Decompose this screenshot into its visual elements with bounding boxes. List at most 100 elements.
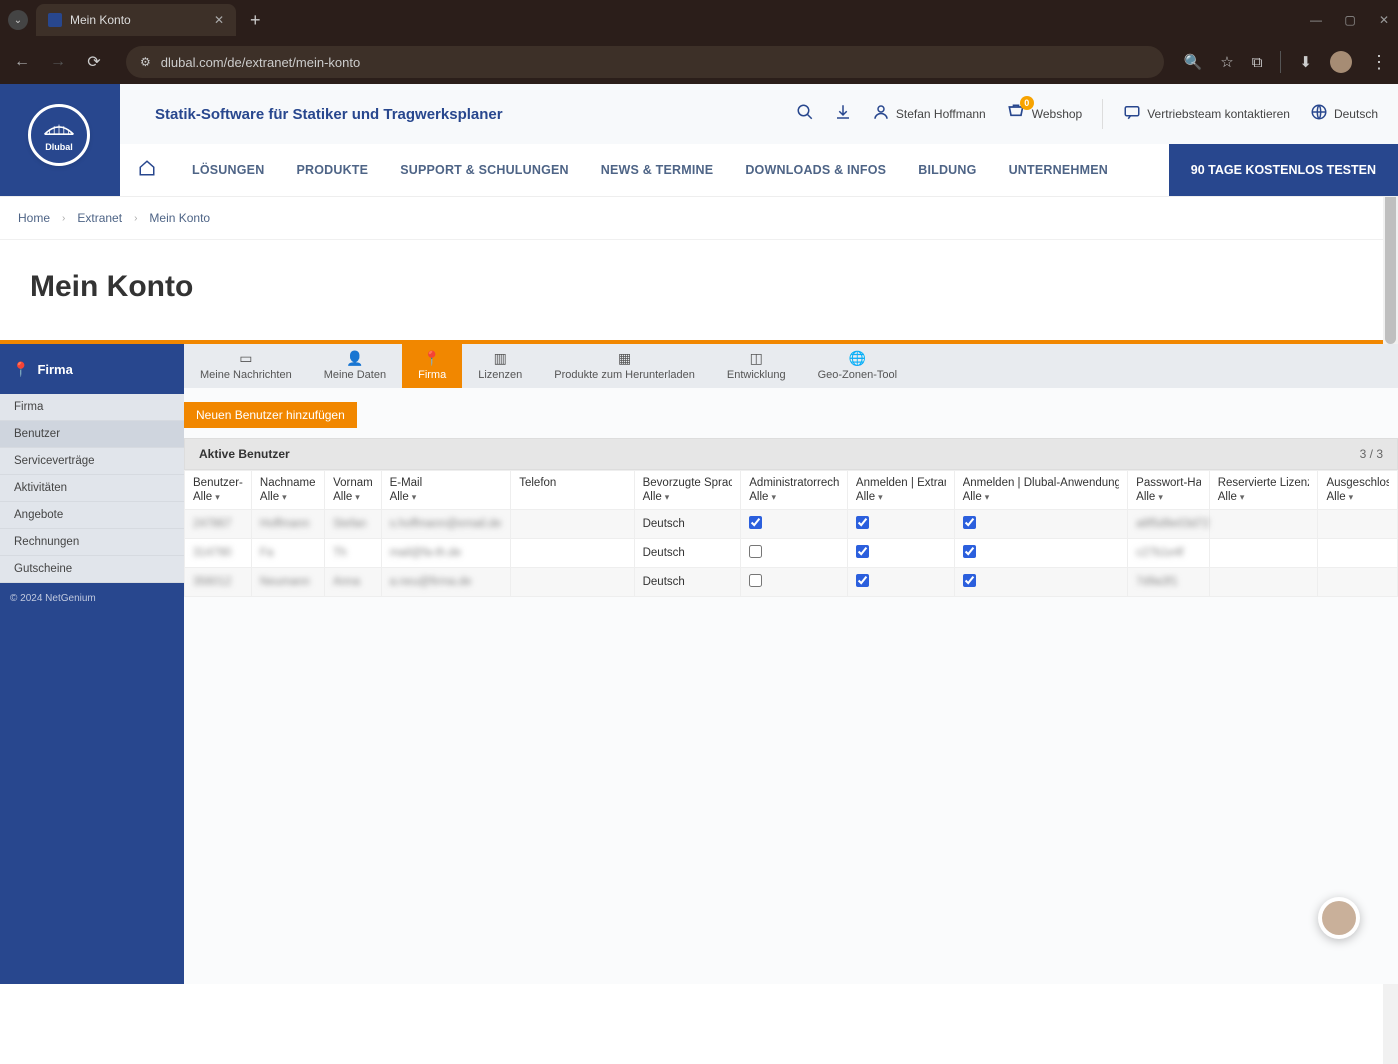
nav-company[interactable]: UNTERNEHMEN [993,163,1124,177]
cell-language: Deutsch [634,510,741,539]
contact-sales-link[interactable]: Vertriebsteam kontaktieren [1123,103,1290,126]
nav-downloads[interactable]: DOWNLOADS & INFOS [729,163,902,177]
checkbox-extranet[interactable] [856,545,869,558]
cell-phone [511,510,634,539]
col-hash[interactable]: Passwort-Hash Alle▾ [1128,471,1210,510]
nav-solutions[interactable]: LÖSUNGEN [176,163,280,177]
checkbox-apps[interactable] [963,574,976,587]
chevron-down-icon: ▾ [282,492,287,503]
col-email[interactable]: E-Mail Alle▾ [381,471,511,510]
table-row[interactable]: 247867HoffmannStefans.hoffmann@email.deD… [185,510,1398,539]
user-icon [872,103,890,126]
sidebar-item-firma[interactable]: Firma [0,394,184,421]
checkbox-admin[interactable] [749,516,762,529]
profile-avatar[interactable] [1330,51,1352,73]
account-link[interactable]: Stefan Hoffmann [872,103,986,126]
window-close-icon[interactable]: ✕ [1378,14,1390,26]
col-firstname[interactable]: Vorname Alle▾ [325,471,381,510]
col-apps[interactable]: Anmelden | Dlubal-Anwendungen Alle▾ [954,471,1128,510]
browser-tab[interactable]: Mein Konto ✕ [36,4,236,36]
cart-icon: 0 [1006,102,1026,127]
tab-development[interactable]: ◫ Entwicklung [711,344,802,388]
tab-firma[interactable]: 📍 Firma [402,344,462,388]
home-icon[interactable] [138,159,156,182]
site-info-icon[interactable]: ⚙ [140,55,151,69]
cell-excluded [1318,510,1398,539]
cell-lastname: Fa [260,547,273,559]
checkbox-admin[interactable] [749,574,762,587]
sidebar-title: Firma [37,362,72,377]
sidebar-item-angebote[interactable]: Angebote [0,502,184,529]
nav-support[interactable]: SUPPORT & SCHULUNGEN [384,163,585,177]
globe-icon [1310,103,1328,126]
cell-hash: 7d9a3f1 [1136,576,1178,588]
breadcrumb-extranet[interactable]: Extranet [77,211,122,225]
chevron-down-icon: ▾ [412,492,417,503]
nav-news[interactable]: NEWS & TERMINE [585,163,730,177]
checkbox-admin[interactable] [749,545,762,558]
new-tab-button[interactable]: + [250,10,261,31]
page-title: Mein Konto [30,270,1368,304]
table-row[interactable]: 356012NeumannAnnaa.neu@firma.deDeutsch7d… [185,568,1398,597]
close-tab-icon[interactable]: ✕ [214,13,224,27]
bridge-icon [43,122,75,140]
col-reserved[interactable]: Reservierte Lizenzen Alle▾ [1209,471,1318,510]
cart-badge: 0 [1020,96,1034,110]
sidebar-item-benutzer[interactable]: Benutzer [0,421,184,448]
sidebar-item-gutscheine[interactable]: Gutscheine [0,556,184,583]
sidebar-item-aktivitaeten[interactable]: Aktivitäten [0,475,184,502]
back-button[interactable]: ← [10,53,34,71]
search-icon[interactable]: 🔍 [1184,53,1203,71]
forward-button: → [46,53,70,71]
bookmark-icon[interactable]: ☆ [1220,53,1233,71]
brand-tagline: Statik-Software für Statiker und Tragwer… [155,106,503,123]
breadcrumb-current: Mein Konto [149,211,210,225]
sidebar-item-rechnungen[interactable]: Rechnungen [0,529,184,556]
window-maximize-icon[interactable]: ▢ [1344,14,1356,26]
tab-messages[interactable]: ▭ Meine Nachrichten [184,344,308,388]
checkbox-extranet[interactable] [856,574,869,587]
header-divider [1102,99,1103,129]
chevron-down-icon: ▾ [1240,492,1245,503]
address-bar[interactable]: ⚙ dlubal.com/de/extranet/mein-konto [126,46,1164,78]
barcode-icon: ▥ [494,350,507,367]
add-user-button[interactable]: Neuen Benutzer hinzufügen [184,402,357,428]
browser-menu-icon[interactable]: ⋮ [1370,52,1388,73]
table-header-bar: Aktive Benutzer 3 / 3 [184,438,1398,470]
checkbox-extranet[interactable] [856,516,869,529]
window-minimize-icon[interactable]: — [1310,14,1322,26]
reload-button[interactable]: ⟳ [82,52,106,72]
tab-mydata[interactable]: 👤 Meine Daten [308,344,402,388]
cta-trial-button[interactable]: 90 TAGE KOSTENLOS TESTEN [1169,144,1398,196]
checkbox-apps[interactable] [963,545,976,558]
cell-firstname: Th [333,547,346,559]
col-excluded[interactable]: Ausgeschlosse Alle▾ [1318,471,1398,510]
col-language[interactable]: Bevorzugte Sprache Alle▾ [634,471,741,510]
table-row[interactable]: 314790FaThmail@fa-th.deDeutschc27b1e4f [185,539,1398,568]
downloads-icon[interactable]: ⬇ [1299,53,1312,71]
nav-education[interactable]: BILDUNG [902,163,992,177]
extensions-icon[interactable]: ⧉ [1252,54,1263,71]
url-text: dlubal.com/de/extranet/mein-konto [161,55,360,70]
sidebar-header: 📍 Firma [0,344,184,394]
col-extranet[interactable]: Anmelden | Extranet Alle▾ [847,471,954,510]
search-icon[interactable] [796,103,814,126]
language-switch[interactable]: Deutsch [1310,103,1378,126]
nav-products[interactable]: PRODUKTE [280,163,384,177]
col-user-id[interactable]: Benutzer-ID Alle▾ [185,471,252,510]
col-admin[interactable]: Administratorrechte Alle▾ [741,471,848,510]
chat-widget[interactable] [1318,897,1360,939]
breadcrumb-home[interactable]: Home [18,211,50,225]
col-phone[interactable]: Telefon [511,471,634,510]
tab-geo[interactable]: 🌐 Geo-Zonen-Tool [802,344,914,388]
col-lastname[interactable]: Nachname▲ Alle▾ [251,471,324,510]
cell-phone [511,568,634,597]
webshop-link[interactable]: 0 Webshop [1006,102,1082,127]
checkbox-apps[interactable] [963,516,976,529]
tab-menu-icon[interactable]: ⌄ [8,10,28,30]
brand-logo[interactable]: Dlubal [28,104,90,166]
tab-licenses[interactable]: ▥ Lizenzen [462,344,538,388]
download-icon[interactable] [834,103,852,126]
tab-downloads[interactable]: ▦ Produkte zum Herunterladen [538,344,711,388]
sidebar-item-servicevertraege[interactable]: Serviceverträge [0,448,184,475]
